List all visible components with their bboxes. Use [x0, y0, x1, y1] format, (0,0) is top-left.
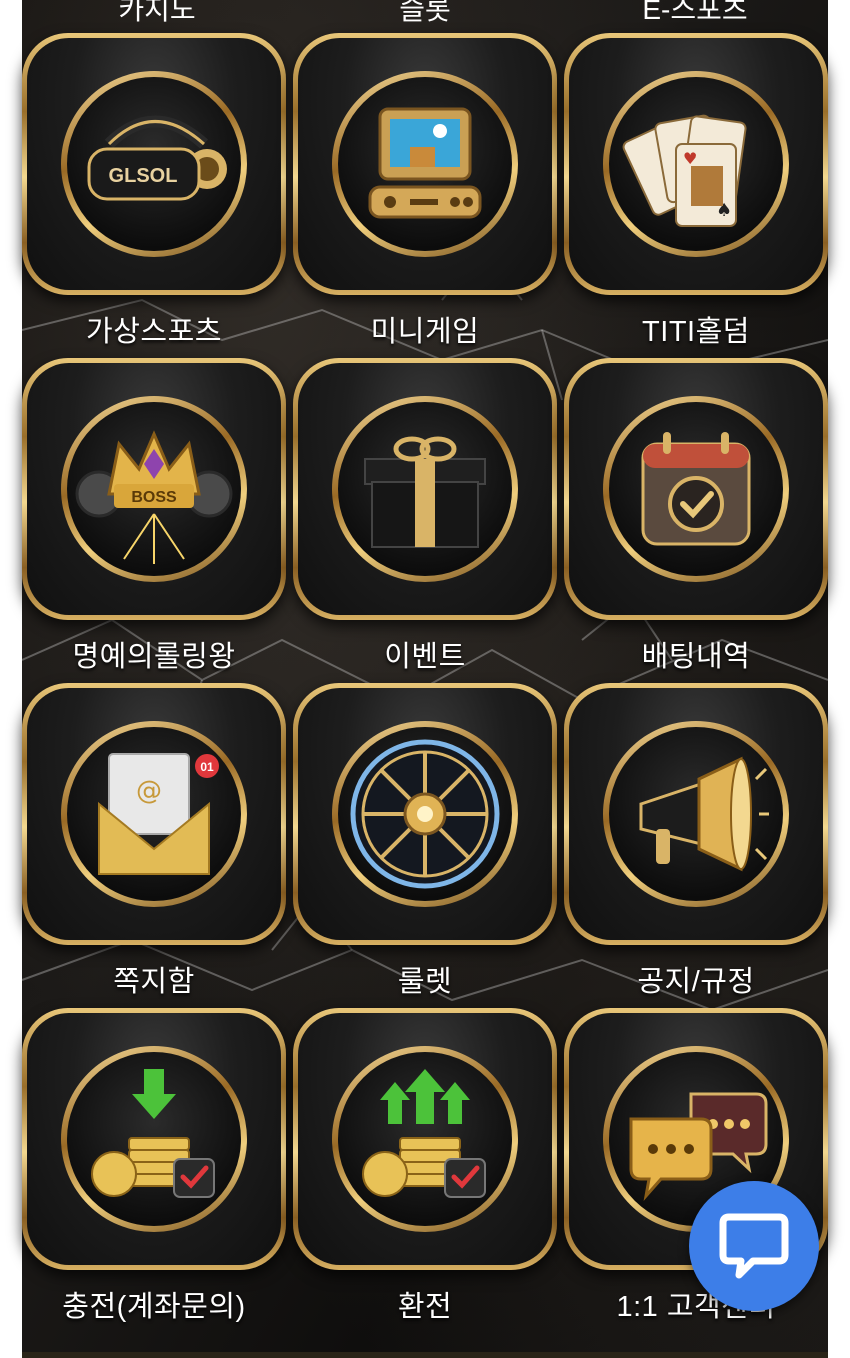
gift-box-icon — [364, 436, 486, 548]
tile-titi-holdem[interactable]: ♥ ♠ — [564, 33, 828, 295]
label-rolling-king: 명예의롤링왕 — [72, 641, 236, 673]
label-roulette: 룰렛 — [397, 966, 453, 998]
label-deposit: 충전(계좌문의) — [62, 1291, 246, 1323]
label-withdraw: 환전 — [397, 1291, 453, 1323]
svg-text:GLSOL: GLSOL — [109, 165, 178, 187]
label-event: 이벤트 — [384, 641, 466, 673]
label-virtual-sports: 가상스포츠 — [86, 316, 222, 348]
playing-cards-icon: ♥ ♠ — [622, 114, 747, 227]
top-label-esports: E-스포츠 — [642, 0, 748, 25]
left-margin — [0, 0, 22, 1358]
tile-mailbox[interactable]: @ 01 — [22, 683, 286, 945]
vr-headset-icon: GLSOL — [87, 115, 227, 201]
svg-text:@: @ — [136, 776, 162, 806]
tile-notice-rules[interactable] — [564, 683, 828, 945]
svg-text:♥: ♥ — [683, 149, 697, 168]
megaphone-icon — [639, 756, 769, 872]
top-label-casino: 카지노 — [118, 0, 196, 25]
svg-text:BOSS: BOSS — [131, 489, 177, 506]
tile-virtual-sports[interactable]: GLSOL — [22, 33, 286, 295]
tile-bet-history[interactable] — [564, 358, 828, 620]
tile-withdraw[interactable] — [293, 1008, 557, 1270]
deposit-coins-icon — [91, 1069, 215, 1198]
tile-event[interactable] — [293, 358, 557, 620]
label-mini-game: 미니게임 — [370, 316, 480, 348]
tile-deposit[interactable] — [22, 1008, 286, 1270]
roulette-wheel-icon — [350, 739, 500, 889]
tile-rolling-king[interactable]: BOSS — [22, 358, 286, 620]
bottom-strip — [22, 1352, 828, 1358]
label-titi-holdem: TITI홀덤 — [642, 316, 750, 348]
mail-envelope-icon: @ 01 — [98, 753, 219, 875]
boss-crown-icon: BOSS — [75, 430, 233, 564]
svg-text:01: 01 — [200, 760, 214, 774]
top-row-labels: 카지노 슬롯 E-스포츠 — [22, 0, 828, 25]
top-label-slot: 슬롯 — [399, 0, 451, 25]
withdraw-coins-icon — [362, 1069, 486, 1198]
label-notice-rules: 공지/규정 — [637, 966, 755, 998]
right-margin — [828, 0, 850, 1358]
tile-mini-game[interactable] — [293, 33, 557, 295]
chat-icon — [719, 1213, 789, 1279]
tile-roulette[interactable] — [293, 683, 557, 945]
label-mailbox: 쪽지함 — [113, 966, 195, 998]
floating-chat-button[interactable] — [689, 1181, 819, 1311]
label-bet-history: 배팅내역 — [641, 641, 751, 673]
calendar-check-icon — [641, 432, 751, 546]
retro-computer-icon — [368, 107, 482, 219]
